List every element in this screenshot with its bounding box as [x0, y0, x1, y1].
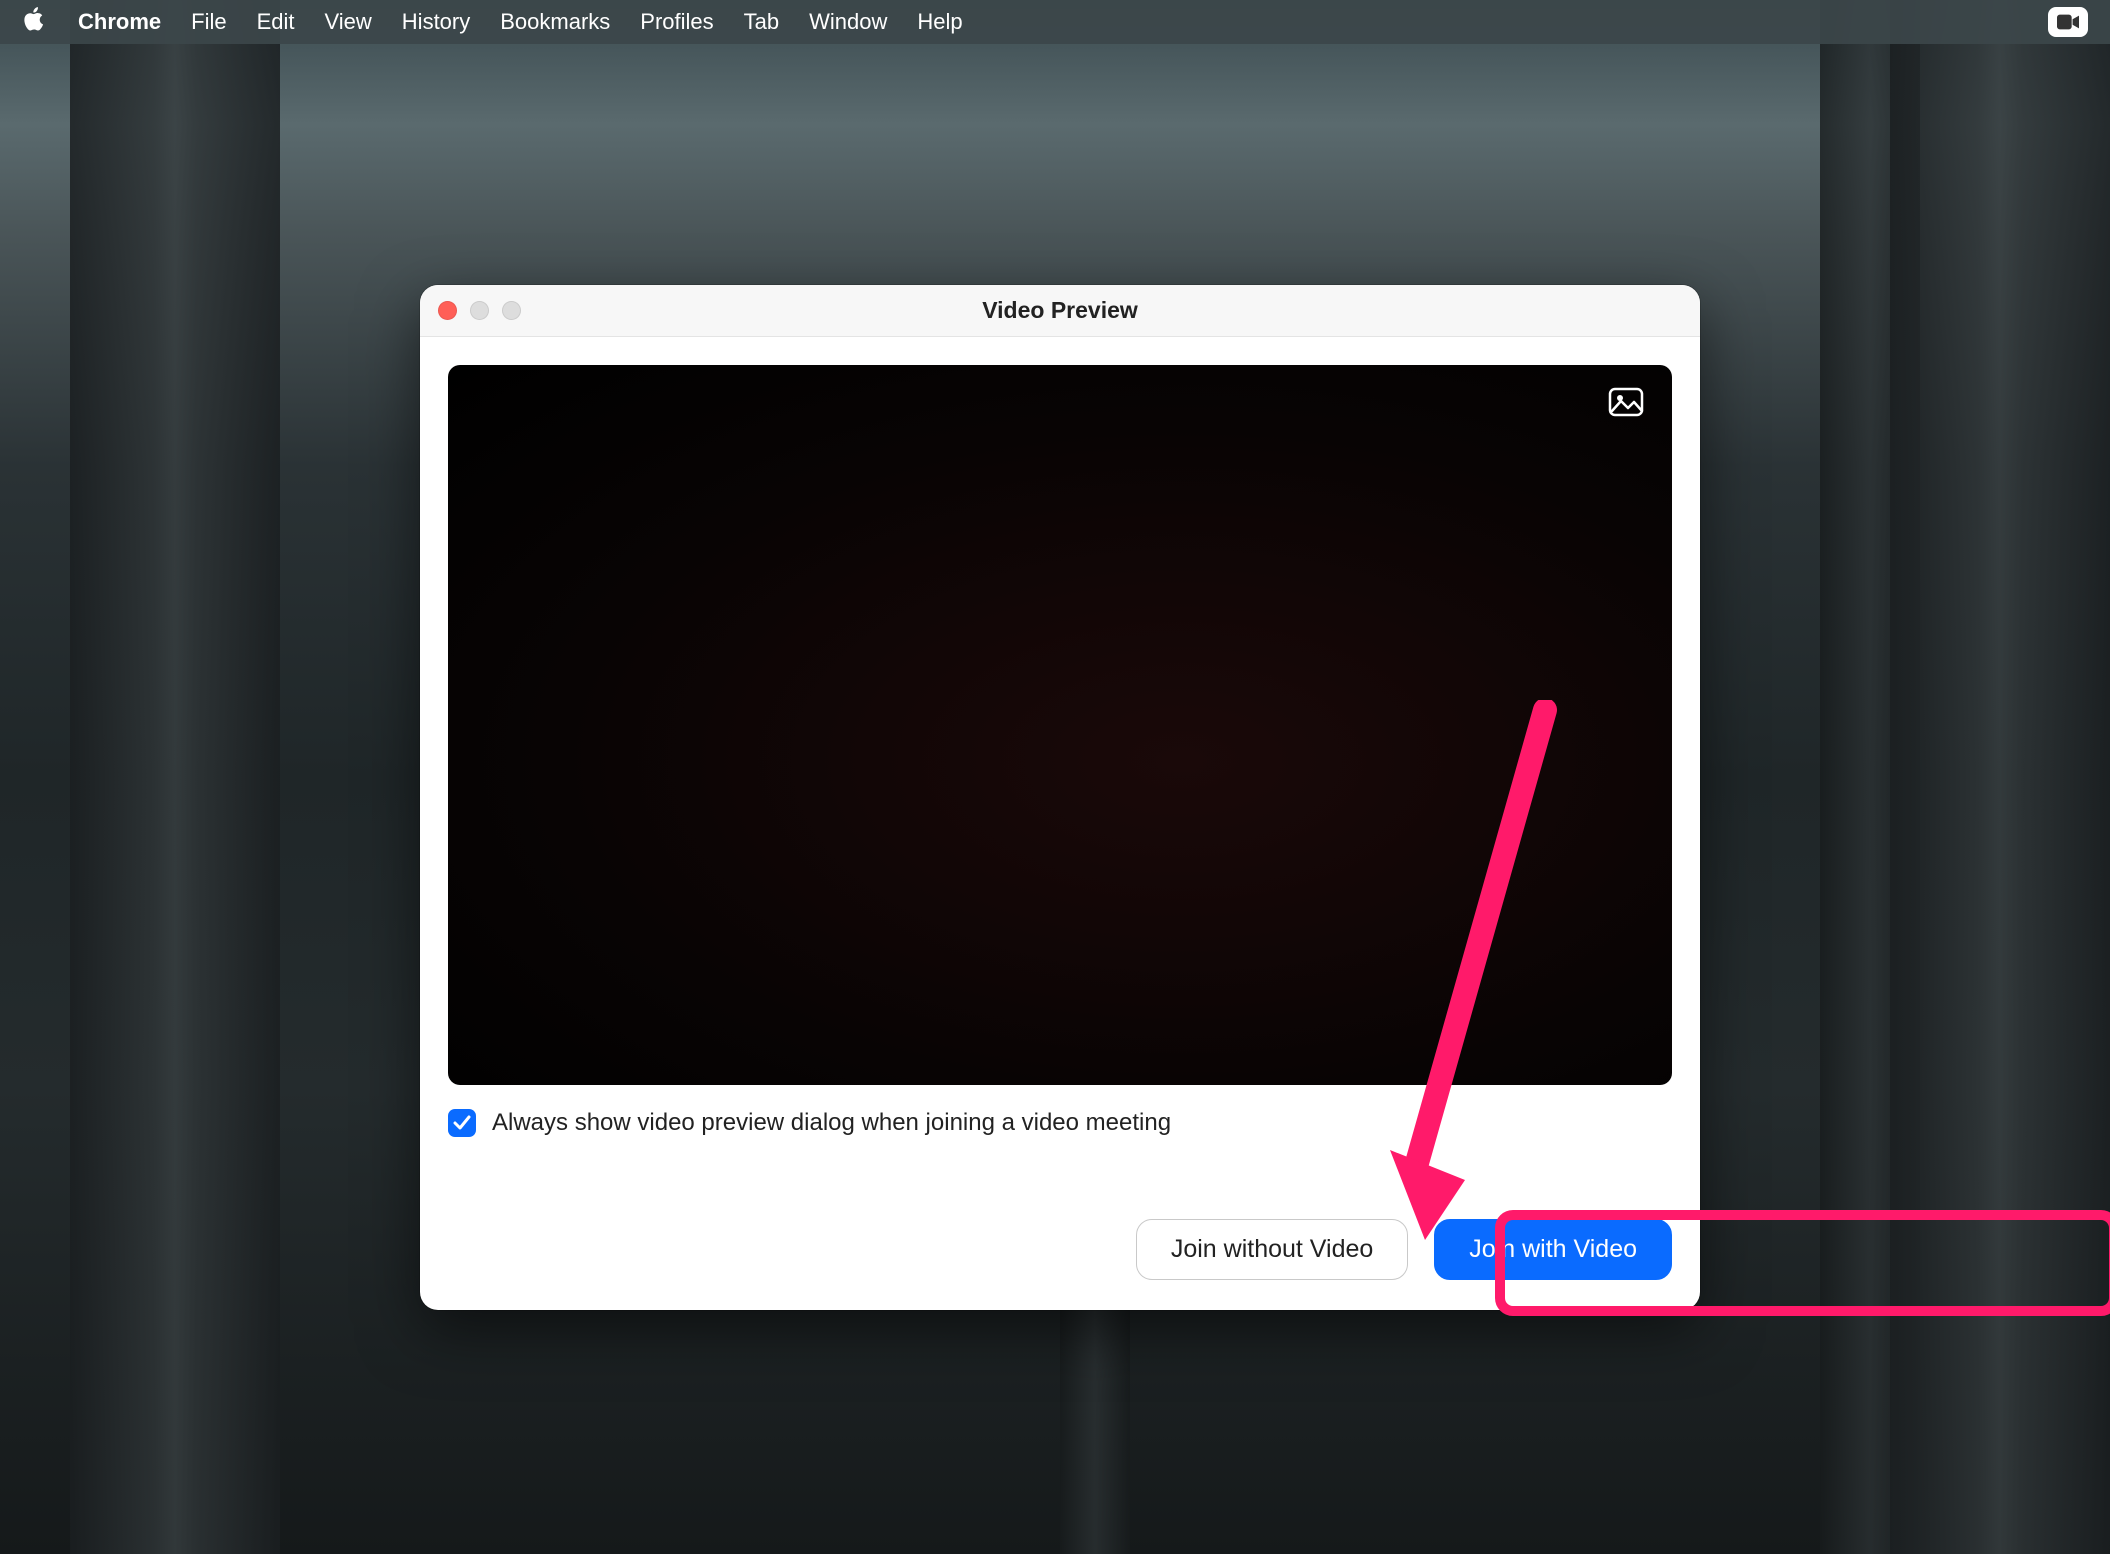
menu-history[interactable]: History — [402, 9, 470, 35]
join-without-video-button[interactable]: Join without Video — [1136, 1219, 1408, 1280]
window-minimize-button[interactable] — [470, 301, 489, 320]
join-with-video-button[interactable]: Join with Video — [1434, 1219, 1672, 1280]
video-preview-dialog: Video Preview Always show video preview … — [420, 285, 1700, 1310]
menu-edit[interactable]: Edit — [257, 9, 295, 35]
always-show-preview-checkbox[interactable] — [448, 1109, 476, 1137]
menu-file[interactable]: File — [191, 9, 226, 35]
menu-profiles[interactable]: Profiles — [640, 9, 713, 35]
menu-window[interactable]: Window — [809, 9, 887, 35]
window-zoom-button[interactable] — [502, 301, 521, 320]
menu-view[interactable]: View — [325, 9, 372, 35]
menu-bookmarks[interactable]: Bookmarks — [500, 9, 610, 35]
virtual-background-icon[interactable] — [1608, 387, 1644, 417]
dialog-titlebar: Video Preview — [420, 285, 1700, 337]
always-show-preview-row: Always show video preview dialog when jo… — [448, 1109, 1672, 1137]
menu-tab[interactable]: Tab — [744, 9, 779, 35]
always-show-preview-label: Always show video preview dialog when jo… — [492, 1109, 1171, 1137]
dialog-button-row: Join without Video Join with Video — [420, 1219, 1700, 1310]
menu-help[interactable]: Help — [917, 9, 962, 35]
dialog-title: Video Preview — [982, 297, 1138, 324]
video-preview-area — [448, 365, 1672, 1085]
apple-logo-icon[interactable] — [22, 6, 44, 39]
window-controls — [438, 301, 521, 320]
window-close-button[interactable] — [438, 301, 457, 320]
menubar-app-name[interactable]: Chrome — [78, 9, 161, 35]
macos-menubar: Chrome File Edit View History Bookmarks … — [0, 0, 2110, 44]
facetime-tray-icon[interactable] — [2048, 7, 2088, 37]
